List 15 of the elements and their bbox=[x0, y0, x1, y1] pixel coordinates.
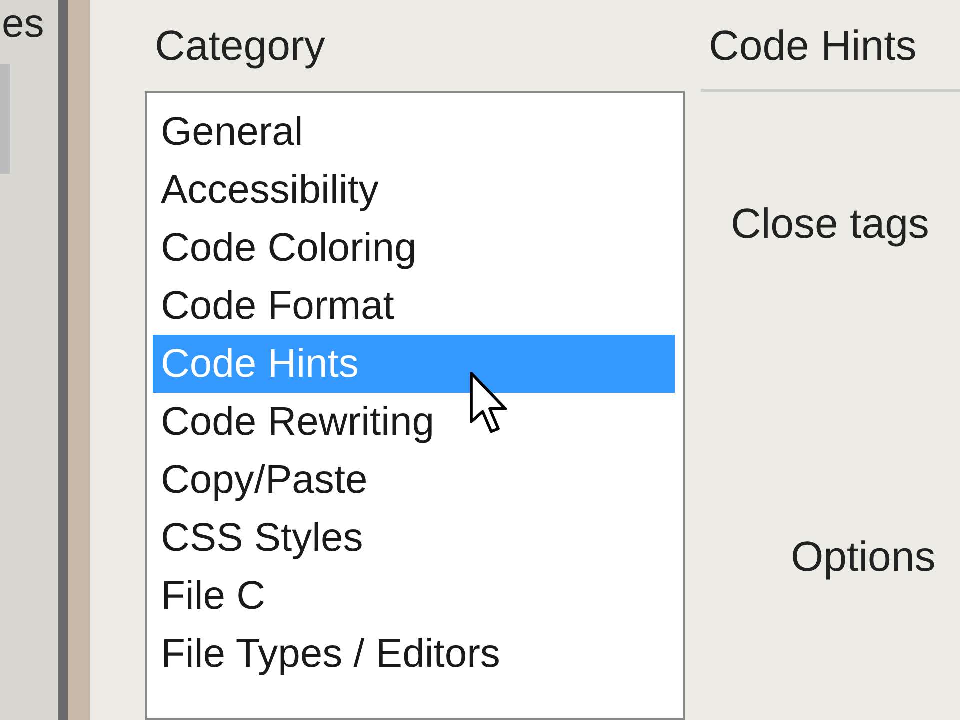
panel-title: Code Hints bbox=[709, 21, 918, 71]
category-item[interactable]: Code Coloring bbox=[153, 219, 675, 277]
category-item[interactable]: Copy/Paste bbox=[153, 451, 675, 509]
category-item[interactable]: File Types / Editors bbox=[153, 625, 675, 683]
category-item[interactable]: File C bbox=[153, 567, 675, 625]
options-label: Options bbox=[791, 532, 937, 582]
mouse-pointer-icon bbox=[470, 372, 510, 436]
category-item[interactable]: General bbox=[153, 103, 675, 161]
category-item[interactable]: CSS Styles bbox=[153, 509, 675, 567]
category-item[interactable]: Accessibility bbox=[153, 161, 675, 219]
close-tags-label: Close tags bbox=[731, 199, 930, 249]
category-label: Category bbox=[155, 21, 326, 71]
category-item[interactable]: Code Rewriting bbox=[153, 393, 675, 451]
category-item[interactable]: Code Format bbox=[153, 277, 675, 335]
window-text: es bbox=[2, 1, 44, 48]
